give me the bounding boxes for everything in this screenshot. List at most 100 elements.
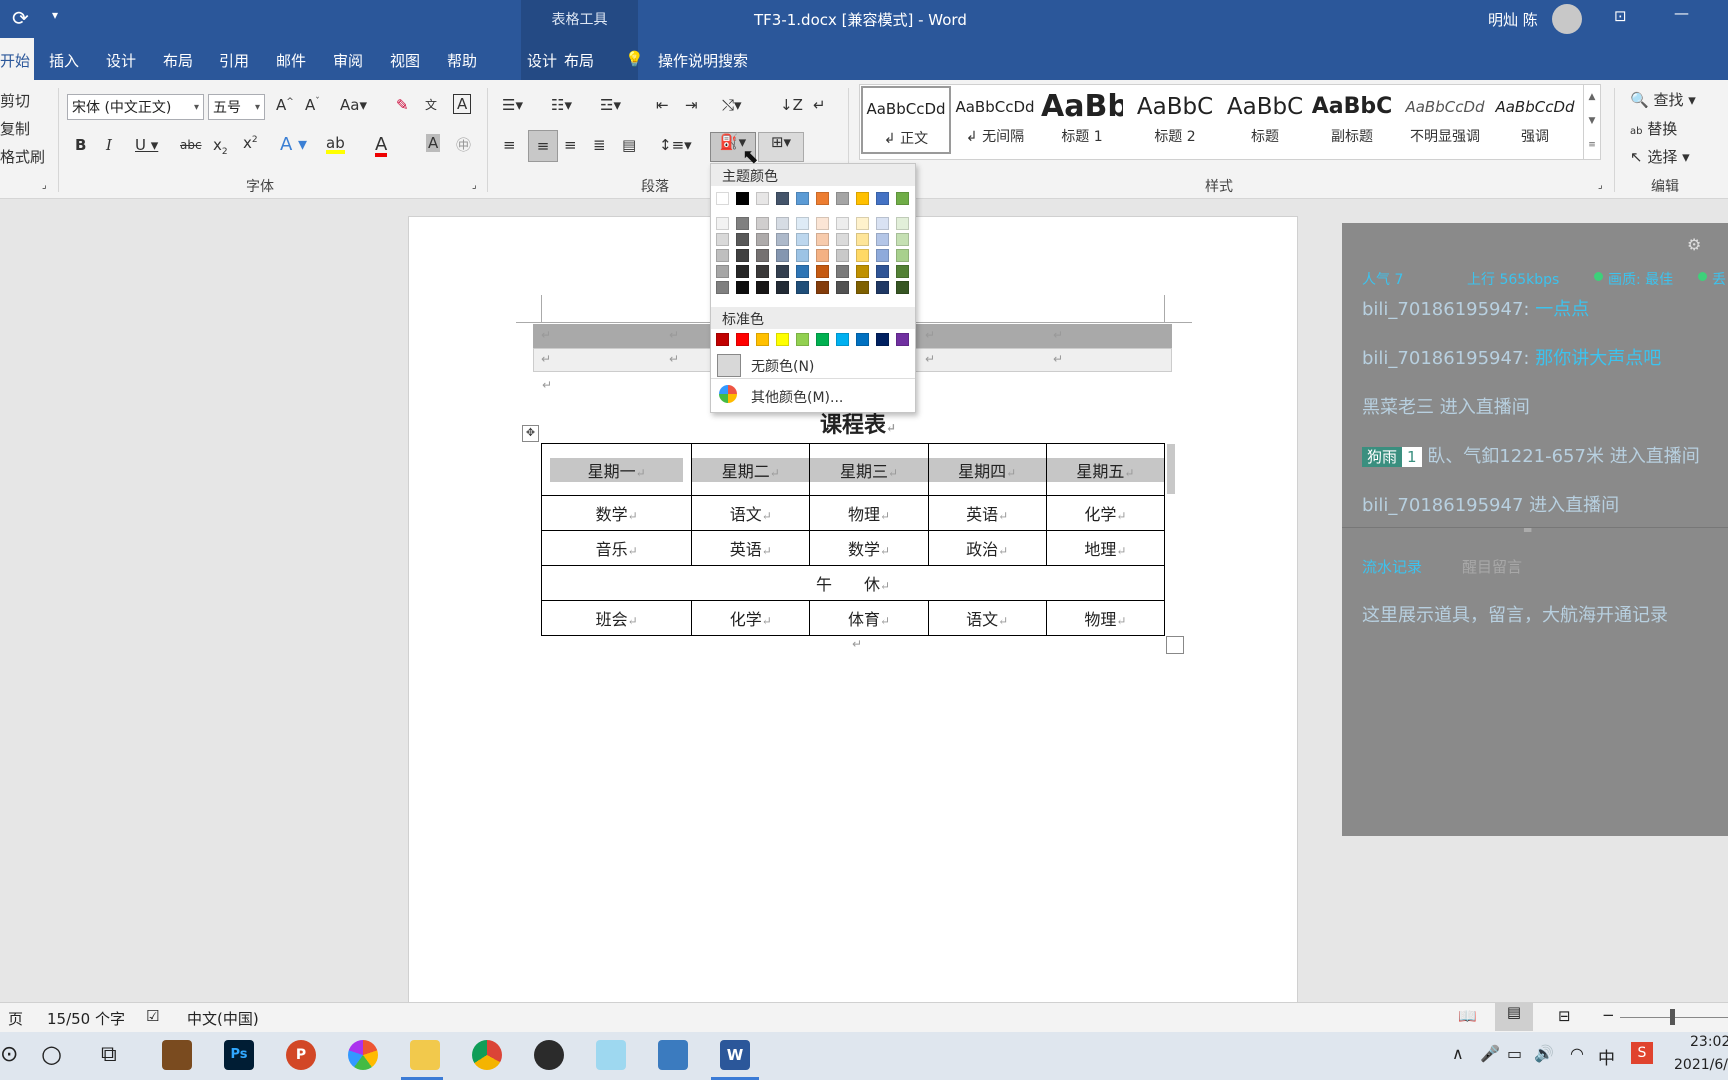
- style-subtitle[interactable]: AaBbC 副标题: [1311, 86, 1393, 152]
- theme-shade-swatch[interactable]: [836, 249, 849, 262]
- subscript-icon[interactable]: x2: [213, 136, 228, 157]
- character-shading-icon[interactable]: A: [426, 134, 441, 152]
- powerpoint-icon[interactable]: P: [286, 1040, 316, 1070]
- theme-color-swatch[interactable]: [716, 192, 729, 205]
- clock-time[interactable]: 23:02: [1690, 1034, 1728, 1050]
- theme-shade-swatch[interactable]: [776, 217, 789, 230]
- lightbulb-icon[interactable]: 💡: [625, 50, 644, 68]
- theme-shade-swatch[interactable]: [856, 233, 869, 246]
- ime-indicator[interactable]: 中: [1598, 1044, 1615, 1069]
- distributed-icon[interactable]: ▤: [622, 136, 636, 154]
- no-color-option[interactable]: 无颜色(N): [716, 353, 912, 377]
- style-no-spacing[interactable]: AaBbCcDd ↲ 无间隔: [951, 86, 1039, 152]
- standard-color-swatch[interactable]: [816, 333, 829, 346]
- table-header-cell[interactable]: 星期三↵: [809, 443, 929, 496]
- theme-shade-swatch[interactable]: [736, 281, 749, 294]
- standard-color-swatch[interactable]: [756, 333, 769, 346]
- select-button[interactable]: ↖ 选择 ▾: [1630, 146, 1690, 167]
- theme-shade-swatch[interactable]: [896, 233, 909, 246]
- tab-insert[interactable]: 插入: [49, 50, 79, 71]
- align-right-icon[interactable]: ≡: [564, 136, 577, 154]
- character-border-icon[interactable]: A: [453, 94, 472, 114]
- start-button[interactable]: ⊙: [0, 1042, 18, 1067]
- theme-color-swatch[interactable]: [876, 192, 889, 205]
- table-cell[interactable]: 语文↵: [927, 600, 1047, 636]
- word-icon[interactable]: W: [720, 1040, 750, 1070]
- theme-shade-swatch[interactable]: [756, 249, 769, 262]
- theme-shade-swatch[interactable]: [856, 281, 869, 294]
- theme-shade-swatch[interactable]: [816, 281, 829, 294]
- theme-color-swatch[interactable]: [856, 192, 869, 205]
- theme-shade-swatch[interactable]: [876, 217, 889, 230]
- more-colors-option[interactable]: 其他颜色(M)...: [716, 383, 912, 407]
- increase-indent-icon[interactable]: ⇥: [685, 96, 698, 114]
- style-heading-2[interactable]: AaBbC 标题 2: [1131, 86, 1219, 152]
- cut-button[interactable]: 剪切: [0, 90, 30, 111]
- standard-color-swatch[interactable]: [896, 333, 909, 346]
- page-indicator[interactable]: 页: [8, 1008, 23, 1029]
- table-cell[interactable]: 数学↵: [809, 530, 929, 566]
- style-heading-1[interactable]: AaBb 标题 1: [1041, 86, 1123, 152]
- standard-color-swatch[interactable]: [836, 333, 849, 346]
- table-cell[interactable]: 物理↵: [1045, 600, 1166, 636]
- tab-table-layout[interactable]: 布局: [564, 50, 594, 71]
- table-move-handle-icon[interactable]: ✥: [522, 425, 539, 442]
- theme-shade-swatch[interactable]: [716, 281, 729, 294]
- theme-color-swatch[interactable]: [896, 192, 909, 205]
- theme-shade-swatch[interactable]: [796, 265, 809, 278]
- change-case-icon[interactable]: Aa▾: [340, 96, 367, 114]
- italic-icon[interactable]: I: [106, 136, 112, 154]
- theme-shade-swatch[interactable]: [856, 217, 869, 230]
- theme-shade-swatch[interactable]: [896, 265, 909, 278]
- highlight-icon[interactable]: ab: [326, 134, 345, 154]
- read-mode-icon[interactable]: 📖: [1458, 1007, 1477, 1025]
- tell-me-search[interactable]: 操作说明搜索: [658, 50, 748, 71]
- styles-scroll[interactable]: ▲ ▼ ≡: [1583, 84, 1601, 160]
- theme-shade-swatch[interactable]: [856, 265, 869, 278]
- table-cell[interactable]: 英语↵: [927, 495, 1047, 531]
- quick-access-chevron-icon[interactable]: ▾: [52, 8, 58, 22]
- theme-shade-swatch[interactable]: [716, 233, 729, 246]
- font-name-combo[interactable]: 宋体 (中文正文) ▾: [67, 94, 204, 120]
- theme-shade-swatch[interactable]: [836, 281, 849, 294]
- theme-color-swatch[interactable]: [736, 192, 749, 205]
- theme-shade-swatch[interactable]: [736, 233, 749, 246]
- standard-color-swatch[interactable]: [736, 333, 749, 346]
- underline-icon[interactable]: U ▾: [135, 136, 158, 154]
- table-header-cell[interactable]: 星期五↵: [1045, 443, 1166, 496]
- decrease-indent-icon[interactable]: ⇤: [656, 96, 669, 114]
- table-cell[interactable]: 化学↵: [1045, 495, 1166, 531]
- styles-launcher-icon[interactable]: ⌟: [1598, 180, 1603, 191]
- style-normal[interactable]: AaBbCcDd ↲ 正文: [861, 86, 951, 154]
- line-spacing-icon[interactable]: ↕≡▾: [659, 136, 692, 154]
- schedule-table[interactable]: 星期一↵ 星期二↵ 星期三↵ 星期四↵ 星期五↵ 数学↵ 语文↵ 物理↵ 英语↵…: [540, 443, 1166, 636]
- table-cell[interactable]: 化学↵: [691, 600, 811, 636]
- copy-button[interactable]: 复制: [0, 118, 30, 139]
- style-title[interactable]: AaBbC 标题: [1221, 86, 1309, 152]
- settings-icon[interactable]: ⚙: [1687, 235, 1701, 254]
- phonetic-guide-icon[interactable]: 文: [425, 96, 437, 113]
- autosave-icon[interactable]: ⟳: [12, 6, 29, 30]
- table-cell[interactable]: 语文↵: [691, 495, 811, 531]
- multilevel-list-icon[interactable]: ☲▾: [600, 96, 621, 114]
- ribbon-display-icon[interactable]: ⊡: [1614, 7, 1627, 25]
- minecraft-icon[interactable]: [162, 1040, 192, 1070]
- theme-shade-swatch[interactable]: [716, 217, 729, 230]
- zoom-slider-thumb[interactable]: [1670, 1009, 1675, 1025]
- language-indicator[interactable]: 中文(中国): [187, 1008, 259, 1029]
- theme-shade-swatch[interactable]: [836, 265, 849, 278]
- tab-records[interactable]: 流水记录: [1362, 556, 1422, 577]
- standard-color-swatch[interactable]: [796, 333, 809, 346]
- theme-shade-swatch[interactable]: [856, 249, 869, 262]
- table-header-cell[interactable]: 星期一↵: [540, 443, 693, 496]
- resize-grip-icon[interactable]: ═: [1524, 523, 1531, 537]
- search-icon[interactable]: ○: [41, 1040, 62, 1068]
- battery-icon[interactable]: ▭: [1507, 1044, 1522, 1063]
- bold-icon[interactable]: B: [75, 136, 86, 154]
- id-card-app-icon[interactable]: [658, 1040, 688, 1070]
- sort-icon[interactable]: ↓Z: [780, 96, 803, 114]
- obs-icon[interactable]: [534, 1040, 564, 1070]
- theme-shade-swatch[interactable]: [716, 265, 729, 278]
- theme-shade-swatch[interactable]: [756, 233, 769, 246]
- table-cell-merged[interactable]: 午 休↵: [541, 565, 1165, 601]
